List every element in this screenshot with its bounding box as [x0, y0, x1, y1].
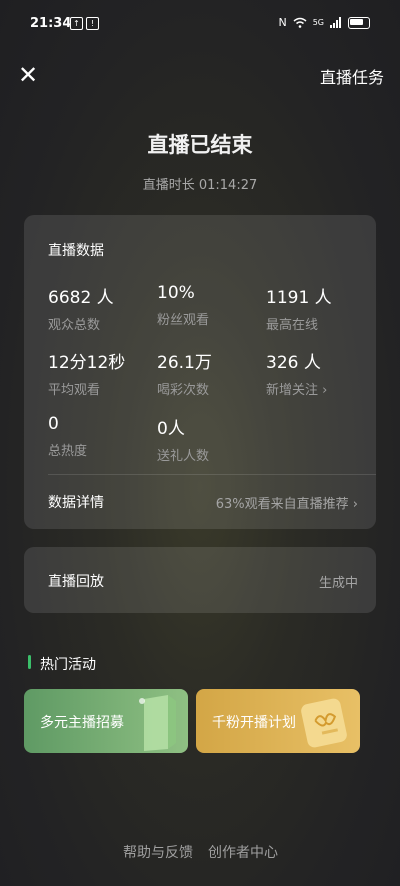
stat-value: 1191 人 — [266, 288, 332, 308]
stat-total-heat: 0 总热度 — [48, 414, 87, 459]
data-details-link[interactable]: 63%观看来自直播推荐 › — [216, 493, 358, 512]
stat-label: 最高在线 — [266, 318, 319, 333]
stat-label-row: 新增关注 › — [266, 379, 327, 398]
stat-label: 平均观看 — [48, 383, 101, 398]
live-duration: 直播时长 01:14:27 — [142, 178, 258, 193]
card-title: 直播数据 — [48, 243, 104, 259]
stat-peak-online: 1191 人 最高在线 — [266, 283, 332, 333]
chevron-right-icon: › — [322, 383, 328, 398]
notification-icon: ! — [86, 17, 99, 30]
close-icon[interactable]: ✕ — [18, 63, 40, 87]
stat-value: 326 人 — [266, 353, 321, 373]
stat-label: 送礼人数 — [157, 449, 210, 464]
status-time: 21:34 — [30, 16, 72, 31]
banner-label: 多元主播招募 — [40, 715, 124, 731]
stat-value: 0 — [48, 414, 59, 434]
stat-cheers: 26.1万 喝彩次数 — [157, 348, 212, 398]
stat-label: 喝彩次数 — [157, 383, 210, 398]
divider — [48, 474, 376, 475]
banner-anchor-recruitment[interactable]: 多元主播招募 — [24, 689, 188, 753]
wifi-icon — [293, 17, 307, 28]
status-right-icons: N 5G — [278, 16, 370, 29]
banner-label: 千粉开播计划 — [212, 715, 296, 731]
replay-label: 直播回放 — [48, 574, 104, 590]
banner-thousand-fans-plan[interactable]: 千粉开播计划 — [196, 689, 360, 753]
stat-label: 观众总数 — [48, 318, 101, 333]
stat-value: 6682 人 — [48, 288, 114, 308]
live-replay-row[interactable]: 直播回放 生成中 — [24, 547, 376, 613]
door-illustration-icon — [139, 695, 176, 751]
stat-value: 26.1万 — [157, 353, 212, 373]
stat-value: 12分12秒 — [48, 353, 126, 373]
help-feedback-link[interactable]: 帮助与反馈 — [123, 842, 193, 862]
stat-fan-viewing: 10% 粉丝观看 — [157, 283, 209, 328]
stat-value: 10% — [157, 283, 195, 303]
stat-value: 0人 — [157, 419, 185, 439]
stat-gift-givers: 0人 送礼人数 — [157, 414, 209, 464]
hot-activities-title: 热门活动 — [40, 657, 96, 673]
stat-label: 粉丝观看 — [157, 313, 210, 328]
card-illustration-icon — [301, 698, 347, 748]
status-bar: 21:34 ↑ ! N 5G — [0, 0, 400, 46]
battery-icon — [348, 16, 370, 29]
stat-average-watch: 12分12秒 平均观看 — [48, 348, 125, 398]
data-details-label[interactable]: 数据详情 — [48, 492, 104, 512]
stat-label: 新增关注 — [266, 383, 319, 398]
stat-label: 总热度 — [48, 444, 88, 459]
live-data-card: 直播数据 6682 人 观众总数 10% 粉丝观看 1191 人 最高在线 12… — [24, 215, 376, 529]
nfc-icon: N — [278, 16, 287, 29]
network-type: 5G — [312, 18, 324, 27]
replay-status: 生成中 — [318, 576, 358, 591]
upload-icon: ↑ — [70, 17, 83, 30]
creator-center-link[interactable]: 创作者中心 — [208, 842, 278, 862]
live-task-button[interactable]: 直播任务 — [320, 64, 384, 88]
signal-icon — [330, 17, 341, 28]
stat-total-viewers: 6682 人 观众总数 — [48, 283, 114, 333]
stat-new-follows[interactable]: 326 人 新增关注 › — [266, 348, 327, 398]
section-accent-bar — [28, 655, 31, 669]
page-title: 直播已结束 — [147, 133, 253, 157]
